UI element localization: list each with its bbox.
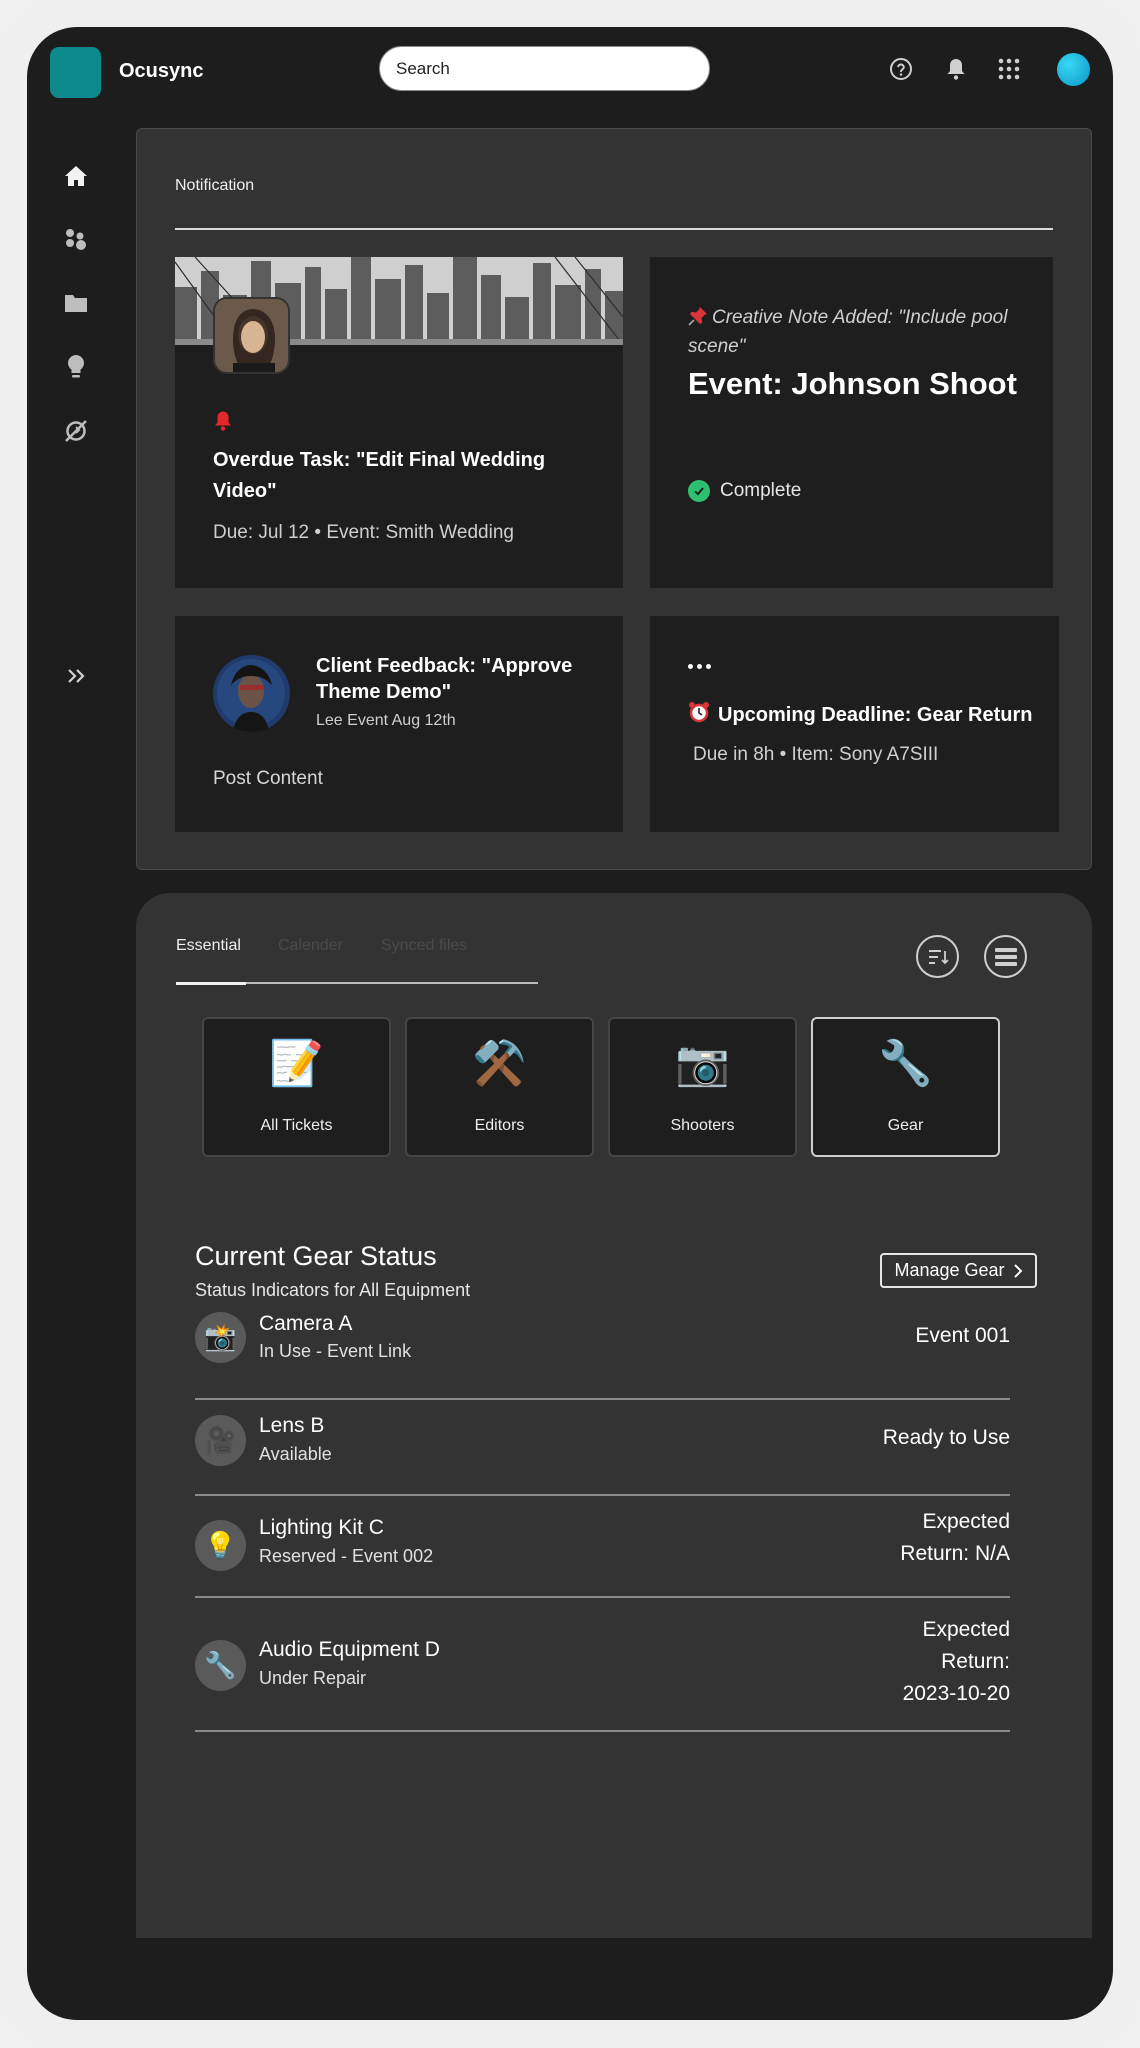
gear-status-subtitle: Status Indicators for All Equipment — [195, 1280, 471, 1300]
client-feedback-subtitle: Lee Event Aug 12th — [316, 712, 456, 729]
tab-essential[interactable]: Essential — [176, 937, 241, 955]
manage-gear-button[interactable]: Manage Gear — [880, 1253, 1037, 1288]
search-input[interactable] — [379, 46, 710, 91]
gear-row[interactable]: 🔧 Audio Equipment D Under Repair Expecte… — [195, 1598, 1010, 1732]
lightbulb-icon: 💡 — [195, 1520, 246, 1571]
folder-icon[interactable] — [61, 288, 91, 318]
category-shooters[interactable]: 📷 Shooters — [608, 1017, 797, 1157]
expand-sidebar-icon[interactable] — [61, 661, 91, 691]
gear-status-title: Current Gear Status — [195, 1241, 437, 1271]
gear-right-line: Expected — [922, 1618, 1010, 1641]
client-avatar — [213, 655, 290, 732]
video-camera-icon: 🎥 — [195, 1415, 246, 1466]
divider — [175, 228, 1053, 230]
more-options-icon[interactable] — [688, 664, 711, 669]
gear-name: Lens B — [259, 1414, 325, 1437]
user-avatar[interactable] — [1057, 53, 1090, 86]
list-view-button[interactable] — [984, 935, 1027, 978]
category-label: Editors — [474, 1117, 525, 1134]
overdue-task-meta: Due: Jul 12 • Event: Smith Wedding — [213, 522, 514, 543]
category-label: All Tickets — [260, 1117, 333, 1134]
event-status: Complete — [688, 480, 801, 502]
wrench-icon: 🔧 — [878, 1039, 933, 1088]
sort-button[interactable] — [916, 935, 959, 978]
device-frame: Ocusync Notification — [0, 0, 1140, 2048]
chevron-right-icon — [1013, 1263, 1022, 1278]
category-editors[interactable]: ⚒️ Editors — [405, 1017, 594, 1157]
event-status-label: Complete — [720, 480, 802, 501]
notification-card-event[interactable]: Creative Note Added: "Include pool scene… — [650, 257, 1053, 588]
app-name: Ocusync — [119, 60, 204, 82]
hammer-pick-icon: ⚒️ — [472, 1039, 527, 1088]
gear-right-line: Return: — [941, 1650, 1010, 1673]
category-gear[interactable]: 🔧 Gear — [811, 1017, 1000, 1157]
pushpin-icon — [688, 306, 708, 326]
home-icon[interactable] — [61, 161, 91, 191]
help-icon[interactable] — [887, 55, 915, 83]
gear-status: In Use - Event Link — [259, 1341, 412, 1361]
gear-right-value: Expected Return: 2023-10-20 — [903, 1614, 1010, 1710]
deadline-meta: Due in 8h • Item: Sony A7SIII — [693, 744, 939, 765]
gear-right-value: Expected Return: N/A — [900, 1506, 1010, 1570]
gear-right-value: Ready to Use — [882, 1426, 1010, 1449]
bell-icon[interactable] — [942, 55, 970, 83]
notification-panel: Notification Overdue Task: "Edit Final W… — [136, 128, 1092, 870]
notification-title: Notification — [175, 177, 255, 194]
user-avatar-photo — [213, 297, 290, 374]
app-logo[interactable] — [50, 47, 101, 98]
camera-icon: 📷 — [675, 1039, 730, 1088]
alarm-clock-icon — [688, 701, 710, 729]
creative-note-text: Creative Note Added: "Include pool scene… — [688, 307, 1008, 357]
overdue-task-title: Overdue Task: "Edit Final Wedding Video" — [213, 449, 546, 502]
tab-synced-files[interactable]: Synced files — [381, 937, 467, 955]
gear-name: Camera A — [259, 1312, 353, 1335]
gear-row[interactable]: 💡 Lighting Kit C Reserved - Event 002 Ex… — [195, 1496, 1010, 1598]
gear-name: Audio Equipment D — [259, 1638, 440, 1661]
notification-card-deadline[interactable]: Upcoming Deadline: Gear Return Due in 8h… — [650, 616, 1059, 832]
lightbulb-icon[interactable] — [61, 352, 91, 382]
gear-right-line: Expected — [922, 1510, 1010, 1533]
alert-bell-icon — [213, 410, 233, 437]
gear-right-value: Event 001 — [915, 1324, 1010, 1347]
gear-status: Reserved - Event 002 — [259, 1546, 434, 1566]
category-label: Gear — [887, 1117, 924, 1134]
client-feedback-title: Client Feedback: "Approve Theme Demo" — [316, 655, 573, 703]
check-circle-icon — [688, 480, 710, 502]
gear-right-line: 2023-10-20 — [902, 1682, 1010, 1705]
wrench-icon: 🔧 — [195, 1640, 246, 1691]
category-label: Shooters — [670, 1117, 735, 1134]
deadline-title: Upcoming Deadline: Gear Return — [688, 701, 1033, 729]
category-all-tickets[interactable]: 📝 All Tickets — [202, 1017, 391, 1157]
apps-grid-icon[interactable] — [995, 55, 1023, 83]
sync-off-icon[interactable] — [61, 416, 91, 446]
app-screen: Ocusync Notification — [27, 27, 1113, 2020]
event-title: Event: Johnson Shoot — [688, 366, 1017, 401]
active-tab-indicator — [176, 982, 246, 985]
manage-gear-label: Manage Gear — [894, 1260, 1005, 1280]
gear-row[interactable]: 📸 Camera A In Use - Event Link Event 001 — [195, 1304, 1010, 1400]
tab-calender[interactable]: Calender — [278, 937, 343, 955]
notification-card-overdue[interactable]: Overdue Task: "Edit Final Wedding Video"… — [175, 257, 623, 588]
deadline-title-text: Upcoming Deadline: Gear Return — [718, 703, 1033, 726]
creative-note: Creative Note Added: "Include pool scene… — [688, 303, 1048, 361]
gear-row[interactable]: 🎥 Lens B Available Ready to Use — [195, 1400, 1010, 1496]
gear-status: Available — [259, 1444, 332, 1464]
camera-flash-icon: 📸 — [195, 1312, 246, 1363]
notification-card-feedback[interactable]: Client Feedback: "Approve Theme Demo" Le… — [175, 616, 623, 832]
gear-right-line: Return: N/A — [900, 1542, 1010, 1565]
gear-status: Under Repair — [259, 1668, 367, 1688]
memo-icon: 📝 — [269, 1039, 324, 1088]
gear-name: Lighting Kit C — [259, 1516, 384, 1539]
users-icon[interactable] — [61, 224, 91, 254]
post-content-link[interactable]: Post Content — [213, 768, 323, 790]
content-panel: Essential Calender Synced files 📝 All Ti… — [136, 893, 1092, 1938]
